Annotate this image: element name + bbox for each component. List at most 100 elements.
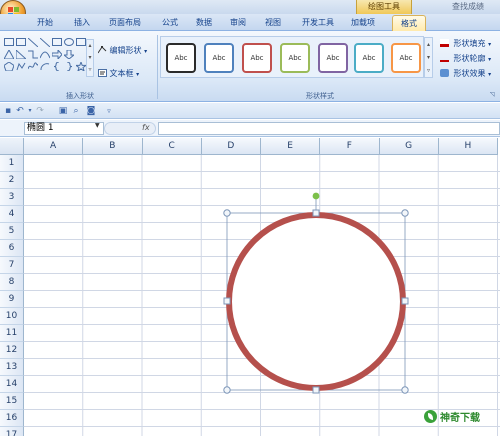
column-header-b[interactable]: B [83,138,143,155]
shape-effects-label: 形状效果 [453,69,486,78]
row-header-17[interactable]: 17 [0,427,24,436]
chevron-down-icon: ▾ [144,48,148,55]
shape-fill-label: 形状填充 [453,39,486,48]
chevron-down-icon[interactable]: ▼ [95,122,100,129]
row-header-2[interactable]: 2 [0,172,24,189]
shapes-gallery-scroll[interactable]: ▴ ▾ ▿ [86,39,94,77]
shape-line-icon[interactable] [28,38,38,47]
camera-icon[interactable]: ◙ [86,106,96,116]
row-header-4[interactable]: 4 [0,206,24,223]
shape-scribble-icon[interactable] [28,62,38,71]
cell-grid[interactable] [24,155,500,436]
column-header-c[interactable]: C [142,138,202,155]
row-header-5[interactable]: 5 [0,223,24,240]
row-header-13[interactable]: 13 [0,359,24,376]
tab-home[interactable]: 开始 [37,17,53,28]
undo-icon[interactable]: ↶ [15,106,25,116]
column-header-h[interactable]: H [438,138,498,155]
row-header-3[interactable]: 3 [0,189,24,206]
text-box-button[interactable]: 文本框 ▾ [98,68,139,79]
insert-function-button[interactable]: fx [142,123,150,132]
shape-pentagon-icon[interactable] [4,62,14,71]
tab-insert[interactable]: 插入 [74,17,90,28]
shape-style-1[interactable]: Abc [166,43,196,73]
row-header-11[interactable]: 11 [0,325,24,342]
shape-arrow-line-icon[interactable] [40,38,50,47]
row-header-14[interactable]: 14 [0,376,24,393]
formula-bar: 椭圆 1 ▼ fx [0,120,500,137]
column-header-a[interactable]: A [24,138,84,155]
row-header-16[interactable]: 16 [0,410,24,427]
select-all-corner[interactable] [0,138,24,155]
shape-down-arrow-icon[interactable] [64,50,74,59]
edit-shape-label: 编辑形状 [109,46,142,55]
shape-star-icon[interactable] [76,62,86,71]
shape-oval-icon[interactable] [64,38,74,46]
shapes-gallery[interactable] [4,38,90,78]
row-header-10[interactable]: 10 [0,308,24,325]
customize-toolbar-icon[interactable]: ▿ [104,106,114,116]
shape-rounded-rect-icon[interactable] [76,38,86,46]
leaf-logo-icon [424,410,437,423]
paint-bucket-icon [440,39,449,47]
row-header-6[interactable]: 6 [0,240,24,257]
shape-left-brace-icon[interactable] [52,62,62,71]
shape-style-3[interactable]: Abc [242,43,272,73]
name-box[interactable]: 椭圆 1 [24,122,104,135]
shape-outline-button[interactable]: 形状轮廓 ▾ [440,53,491,64]
column-header-e[interactable]: E [261,138,321,155]
dialog-launcher-icon[interactable]: ◹ [490,91,495,98]
shape-vertical-textbox-icon[interactable] [16,38,26,46]
tab-page-layout[interactable]: 页面布局 [109,17,141,28]
tab-review[interactable]: 审阅 [230,17,246,28]
edit-shape-button[interactable]: 编辑形状 ▾ [98,45,147,56]
row-header-7[interactable]: 7 [0,257,24,274]
tab-add-ins[interactable]: 加载项 [351,17,375,28]
print-preview-icon[interactable]: ▣ [58,106,68,116]
shape-style-2[interactable]: Abc [204,43,234,73]
shape-freeform-icon[interactable] [16,62,26,71]
row-header-12[interactable]: 12 [0,342,24,359]
tab-developer[interactable]: 开发工具 [302,17,334,28]
shape-style-4[interactable]: Abc [280,43,310,73]
shape-style-5[interactable]: Abc [318,43,348,73]
shape-fill-button[interactable]: 形状填充 ▾ [440,38,491,49]
row-header-1[interactable]: 1 [0,155,24,172]
redo-icon[interactable]: ↷ [35,106,45,116]
shape-textbox-icon[interactable] [4,38,14,46]
column-header-f[interactable]: F [320,138,380,155]
chevron-down-icon: ▾ [488,56,492,63]
shape-arc-icon[interactable] [40,62,50,71]
column-header-d[interactable]: D [201,138,261,155]
ribbon-tab-row: 开始 插入 页面布局 公式 数据 审阅 视图 开发工具 加载项 格式 [0,14,500,32]
shape-style-6[interactable]: Abc [354,43,384,73]
shape-right-triangle-icon[interactable] [16,50,26,59]
tab-format[interactable]: 格式 [392,15,426,32]
shape-effects-button[interactable]: 形状效果 ▾ [440,68,491,79]
row-header-8[interactable]: 8 [0,274,24,291]
tab-data[interactable]: 数据 [196,17,212,28]
shape-curve-icon[interactable] [40,50,50,59]
column-header-g[interactable]: G [379,138,439,155]
formula-input[interactable] [158,122,500,135]
shape-rectangle-icon[interactable] [52,38,62,46]
shape-styles-scroll[interactable]: ▴ ▾ ▿ [424,37,433,78]
undo-dropdown-icon[interactable]: ▾ [25,106,35,116]
shape-triangle-icon[interactable] [4,50,14,59]
row-header-9[interactable]: 9 [0,291,24,308]
quick-access-toolbar: ▪ ↶ ▾ ↷ ▣ ⌕ ◙ ▿ [0,103,500,119]
shape-right-arrow-icon[interactable] [52,50,62,59]
save-icon[interactable]: ▪ [3,106,13,116]
text-box-icon [98,69,107,77]
insert-shapes-group-label: 插入形状 [66,92,94,100]
edit-points-icon [98,46,107,54]
find-icon[interactable]: ⌕ [71,106,81,116]
tab-view[interactable]: 视图 [265,17,281,28]
worksheet[interactable]: A B C D E F G H 1 2 3 4 5 6 7 8 9 10 11 12 13 14 15 16 17 [0,138,500,436]
drawing-tools-context-label: 绘图工具 [356,0,412,14]
shape-style-7[interactable]: Abc [391,43,421,73]
row-header-15[interactable]: 15 [0,393,24,410]
shape-elbow-connector-icon[interactable] [28,50,38,59]
shape-right-brace-icon[interactable] [64,62,74,71]
tab-formulas[interactable]: 公式 [162,17,178,28]
